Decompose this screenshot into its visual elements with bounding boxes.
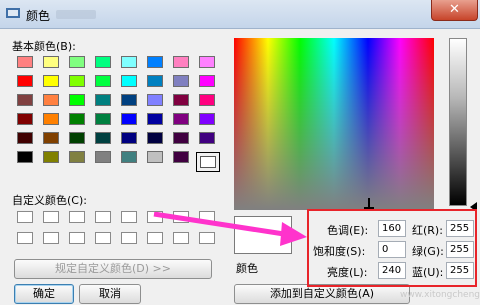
highlight-box: [307, 209, 477, 287]
basic-color-swatch[interactable]: [43, 151, 59, 163]
color-solid-label: 颜色: [236, 262, 258, 275]
custom-color-swatch[interactable]: [17, 211, 33, 223]
basic-color-swatch[interactable]: [147, 132, 163, 144]
basic-color-swatch[interactable]: [95, 113, 111, 125]
basic-color-swatch[interactable]: [173, 94, 189, 106]
cancel-button[interactable]: 取消: [79, 284, 141, 304]
selected-basic-color-swatch[interactable]: [196, 152, 220, 172]
basic-color-swatch[interactable]: [121, 75, 137, 87]
basic-color-swatch[interactable]: [147, 75, 163, 87]
watermark-text: www.xitongcheng.com: [400, 290, 480, 300]
basic-color-swatch[interactable]: [121, 94, 137, 106]
window-title: 颜色: [26, 9, 51, 23]
basic-color-swatch[interactable]: [95, 75, 111, 87]
luminance-slider[interactable]: [449, 38, 467, 206]
basic-color-swatch[interactable]: [121, 151, 137, 163]
basic-color-swatch[interactable]: [121, 56, 137, 68]
pointer-arrow-icon: [153, 212, 307, 246]
basic-color-swatch[interactable]: [121, 132, 137, 144]
define-custom-colors-button[interactable]: 规定自定义颜色(D) >>: [14, 259, 212, 279]
custom-color-swatch[interactable]: [69, 232, 85, 244]
color-spectrum[interactable]: [234, 38, 434, 210]
basic-color-swatch[interactable]: [199, 132, 215, 144]
custom-color-swatch[interactable]: [43, 211, 59, 223]
basic-color-swatch[interactable]: [69, 56, 85, 68]
basic-color-swatch[interactable]: [95, 151, 111, 163]
custom-color-swatch[interactable]: [95, 232, 111, 244]
basic-color-swatch[interactable]: [173, 56, 189, 68]
close-button[interactable]: ✕: [431, 0, 478, 21]
basic-color-swatch[interactable]: [69, 151, 85, 163]
basic-color-swatch[interactable]: [17, 113, 33, 125]
basic-color-swatch[interactable]: [199, 75, 215, 87]
basic-color-swatch[interactable]: [173, 151, 189, 163]
basic-color-swatch[interactable]: [95, 94, 111, 106]
basic-color-swatch[interactable]: [199, 94, 215, 106]
basic-color-swatch[interactable]: [69, 113, 85, 125]
basic-color-swatch[interactable]: [199, 113, 215, 125]
title-bar: 颜色 ✕: [0, 0, 480, 29]
basic-color-swatch[interactable]: [173, 132, 189, 144]
ok-button[interactable]: 确定: [14, 284, 74, 304]
basic-colors-label: 基本颜色(B):: [12, 40, 76, 53]
basic-color-swatch[interactable]: [147, 113, 163, 125]
basic-color-swatch[interactable]: [147, 56, 163, 68]
custom-color-swatch[interactable]: [121, 232, 137, 244]
basic-color-swatch[interactable]: [43, 113, 59, 125]
basic-color-swatch[interactable]: [17, 151, 33, 163]
basic-color-swatch[interactable]: [43, 94, 59, 106]
selected-swatch-fill: [200, 156, 216, 168]
basic-color-swatch[interactable]: [95, 56, 111, 68]
add-to-custom-colors-button[interactable]: 添加到自定义颜色(A): [234, 284, 410, 304]
basic-color-swatch[interactable]: [17, 75, 33, 87]
basic-color-swatch[interactable]: [17, 132, 33, 144]
basic-color-swatch[interactable]: [121, 113, 137, 125]
basic-color-swatch[interactable]: [43, 56, 59, 68]
custom-color-swatch[interactable]: [17, 232, 33, 244]
basic-color-swatch[interactable]: [17, 56, 33, 68]
basic-color-swatch[interactable]: [69, 132, 85, 144]
basic-color-swatch[interactable]: [17, 94, 33, 106]
basic-color-swatch[interactable]: [43, 132, 59, 144]
basic-color-swatch[interactable]: [95, 132, 111, 144]
custom-color-swatch[interactable]: [121, 211, 137, 223]
basic-color-swatch[interactable]: [173, 75, 189, 87]
basic-color-swatch[interactable]: [199, 56, 215, 68]
custom-color-swatch[interactable]: [69, 211, 85, 223]
basic-color-swatch[interactable]: [43, 75, 59, 87]
basic-color-swatch[interactable]: [173, 113, 189, 125]
basic-color-swatch[interactable]: [69, 75, 85, 87]
color-dialog-icon: [6, 8, 20, 18]
custom-color-swatch[interactable]: [43, 232, 59, 244]
basic-color-swatch[interactable]: [147, 94, 163, 106]
basic-color-swatch[interactable]: [69, 94, 85, 106]
title-blur-overlay: [56, 10, 96, 19]
custom-colors-label: 自定义颜色(C):: [12, 194, 87, 207]
basic-color-swatch[interactable]: [147, 151, 163, 163]
custom-color-swatch[interactable]: [95, 211, 111, 223]
